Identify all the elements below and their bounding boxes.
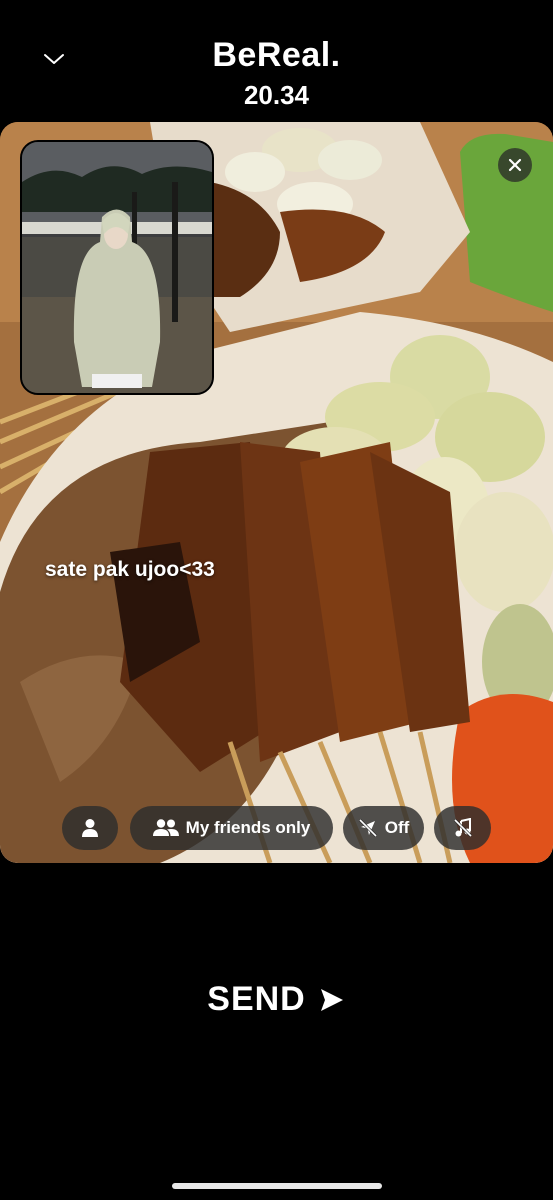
close-button[interactable] <box>498 148 532 182</box>
post-time: 20.34 <box>243 80 310 110</box>
audience-button[interactable]: My friends only <box>130 806 333 850</box>
home-indicator <box>172 1183 382 1189</box>
send-arrow-icon <box>320 988 343 1011</box>
location-off-icon <box>358 818 377 838</box>
audience-label: My friends only <box>185 818 311 837</box>
music-off-icon <box>453 818 472 838</box>
friends-icon <box>152 819 179 836</box>
selfie-photo-illustration <box>22 142 212 393</box>
tag-people-button[interactable] <box>62 806 118 850</box>
music-toggle[interactable] <box>434 806 491 850</box>
close-icon <box>508 158 522 172</box>
location-toggle[interactable]: Off <box>343 806 424 850</box>
person-icon <box>82 819 98 837</box>
app-title: BeReal. <box>212 36 341 74</box>
send-label: SEND <box>207 980 306 1018</box>
post-caption[interactable]: sate pak ujoo<33 <box>45 558 215 582</box>
selfie-thumbnail[interactable] <box>20 140 214 395</box>
send-button[interactable]: SEND <box>0 980 553 1019</box>
location-label: Off <box>384 818 410 837</box>
header: BeReal. 20.34 <box>0 0 553 122</box>
